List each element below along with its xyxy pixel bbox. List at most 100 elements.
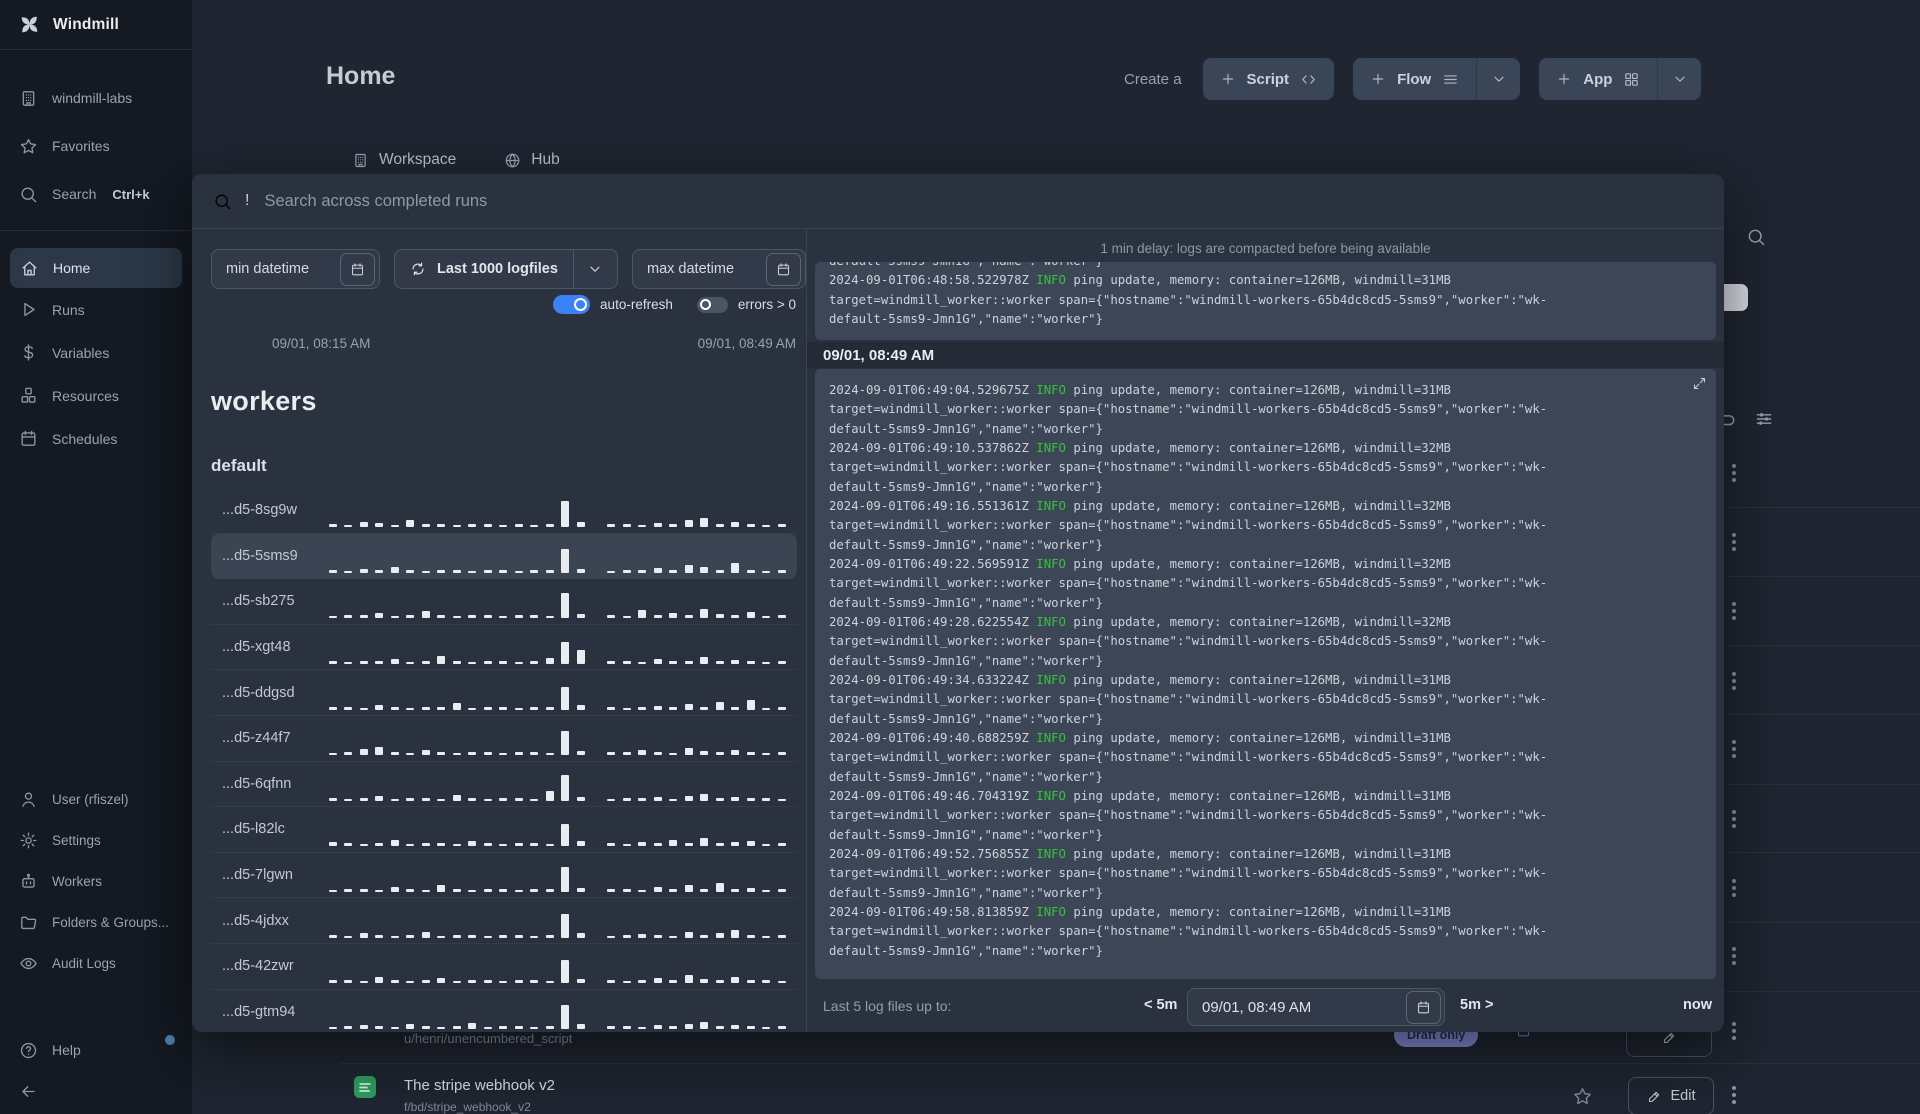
worker-row[interactable]: ...d5-l82lc — [211, 807, 797, 853]
tab-workspace[interactable]: Workspace — [352, 151, 456, 169]
sidebar-item-resources[interactable]: Resources — [0, 374, 192, 417]
search-icon[interactable] — [1746, 227, 1766, 247]
worker-row[interactable]: ...d5-7lgwn — [211, 853, 797, 899]
auto-refresh-toggle[interactable] — [553, 295, 590, 314]
sparkline-bar — [484, 843, 492, 846]
worker-row[interactable]: ...d5-sb275 — [211, 579, 797, 625]
sparkline-bar — [607, 571, 615, 573]
row-menu-kebab-icon[interactable] — [1732, 672, 1736, 676]
row-menu-kebab-icon[interactable] — [1732, 740, 1736, 744]
sparkline-bar — [762, 753, 770, 755]
sparkline-bar — [391, 525, 399, 527]
worker-row[interactable]: ...d5-6qfnn — [211, 762, 797, 808]
worker-row[interactable]: ...d5-42zwr — [211, 944, 797, 990]
errors-only-toggle[interactable] — [697, 297, 728, 313]
calendar-button[interactable] — [766, 253, 801, 286]
row-menu-kebab-icon[interactable] — [1732, 1086, 1736, 1090]
sparkline-bar — [778, 889, 786, 892]
worker-row[interactable]: ...d5-xgt48 — [211, 625, 797, 671]
sparkline-bar — [546, 889, 554, 892]
row-menu-kebab-icon[interactable] — [1732, 464, 1736, 468]
sparkline-bar — [607, 615, 615, 618]
sparkline-bar — [577, 751, 585, 755]
edit-button[interactable]: Edit — [1628, 1077, 1714, 1114]
worker-row[interactable]: ...d5-gtm94 — [211, 990, 797, 1032]
sparkline-bar — [391, 980, 399, 983]
row-menu-kebab-icon[interactable] — [1732, 1022, 1736, 1026]
sparkline-bar — [700, 794, 708, 801]
sidebar-item-schedules[interactable]: Schedules — [0, 417, 192, 460]
worker-row[interactable]: ...d5-5sms9 — [211, 534, 797, 580]
sparkline-bar — [669, 570, 677, 573]
sidebar-item-user[interactable]: User (rfiszel) — [0, 779, 192, 820]
sparkline-bar — [406, 753, 414, 755]
sidebar-item-help[interactable]: Help — [0, 1029, 192, 1071]
sparkline-bar — [546, 616, 554, 618]
sidebar-item-home[interactable]: Home — [10, 248, 182, 288]
row-menu-kebab-icon[interactable] — [1732, 947, 1736, 951]
log-line: 2024-09-01T06:49:16.551361Z INFO ping up… — [829, 497, 1702, 516]
sparkline-bar — [375, 977, 383, 983]
sparkline-bar — [360, 661, 368, 664]
robot-icon — [19, 872, 38, 891]
row-menu-kebab-icon[interactable] — [1732, 533, 1736, 537]
back-5m-button[interactable]: < 5m — [1144, 997, 1177, 1013]
sparkline-bar — [530, 889, 538, 892]
favorite-star-icon[interactable] — [1572, 1086, 1593, 1107]
max-datetime-picker[interactable]: max datetime — [632, 249, 806, 289]
sidebar-item-search[interactable]: Search Ctrl+k — [0, 170, 192, 218]
sparkline-bar — [530, 707, 538, 710]
sidebar-item-workers[interactable]: Workers — [0, 861, 192, 902]
sidebar-item-settings[interactable]: Settings — [0, 820, 192, 861]
sparkline-bar — [391, 840, 399, 846]
sparkline-bar — [344, 1026, 352, 1029]
worker-row[interactable]: ...d5-z44f7 — [211, 716, 797, 762]
sparkline-bar — [778, 843, 786, 846]
sidebar-item-workspace[interactable]: windmill-labs — [0, 74, 192, 122]
row-menu-kebab-icon[interactable] — [1732, 879, 1736, 883]
sidebar-collapse-button[interactable] — [0, 1067, 192, 1114]
logfiles-count-dropdown[interactable]: Last 1000 logfiles — [394, 249, 618, 289]
row-menu-kebab-icon[interactable] — [1732, 810, 1736, 814]
sparkline-bar — [716, 1026, 724, 1029]
sparkline-bar — [716, 933, 724, 938]
sparkline-bar — [329, 524, 337, 527]
logfiles-dropdown-caret[interactable] — [573, 250, 616, 288]
min-datetime-picker[interactable]: min datetime — [211, 249, 380, 289]
worker-row[interactable]: ...d5-ddgsd — [211, 670, 797, 716]
sidebar-item-audit-logs[interactable]: Audit Logs — [0, 943, 192, 984]
sparkline-bar — [344, 662, 352, 664]
sparkline-bar — [747, 612, 755, 618]
sliders-icon[interactable] — [1754, 409, 1774, 429]
now-button[interactable]: now — [1683, 997, 1712, 1013]
calendar-button[interactable] — [340, 253, 375, 286]
item-title[interactable]: The stripe webhook v2 — [404, 1077, 555, 1094]
create-flow-button[interactable]: Flow — [1353, 58, 1476, 100]
worker-row[interactable]: ...d5-4jdxx — [211, 898, 797, 944]
sidebar-item-runs[interactable]: Runs — [0, 288, 192, 331]
app-dropdown-caret[interactable] — [1657, 58, 1701, 100]
sparkline-bar — [344, 707, 352, 710]
sparkline-bar — [546, 753, 554, 755]
sparkline-bar — [329, 661, 337, 664]
forward-5m-button[interactable]: 5m > — [1460, 997, 1493, 1013]
sidebar-item-variables[interactable]: Variables — [0, 331, 192, 374]
calendar-button[interactable] — [1406, 991, 1441, 1024]
create-app-button-group: App — [1539, 58, 1701, 100]
search-input[interactable] — [262, 191, 1703, 212]
footer-datetime-picker[interactable]: 09/01, 08:49 AM — [1187, 988, 1445, 1026]
worker-activity-sparkline — [329, 588, 786, 618]
tab-hub[interactable]: Hub — [504, 151, 559, 169]
create-app-button[interactable]: App — [1539, 58, 1657, 100]
create-script-button[interactable]: Script — [1203, 58, 1335, 100]
sidebar-header: Windmill — [0, 0, 192, 50]
worker-row[interactable]: ...d5-8sg9w — [211, 488, 797, 534]
row-menu-kebab-icon[interactable] — [1732, 602, 1736, 606]
flow-dropdown-caret[interactable] — [1476, 58, 1520, 100]
expand-icon[interactable] — [1692, 376, 1707, 391]
sparkline-bar — [360, 569, 368, 573]
worker-name: ...d5-l82lc — [222, 821, 329, 837]
sparkline-bar — [546, 707, 554, 710]
sidebar-item-folders-groups[interactable]: Folders & Groups... — [0, 902, 192, 943]
sidebar-item-favorites[interactable]: Favorites — [0, 122, 192, 170]
